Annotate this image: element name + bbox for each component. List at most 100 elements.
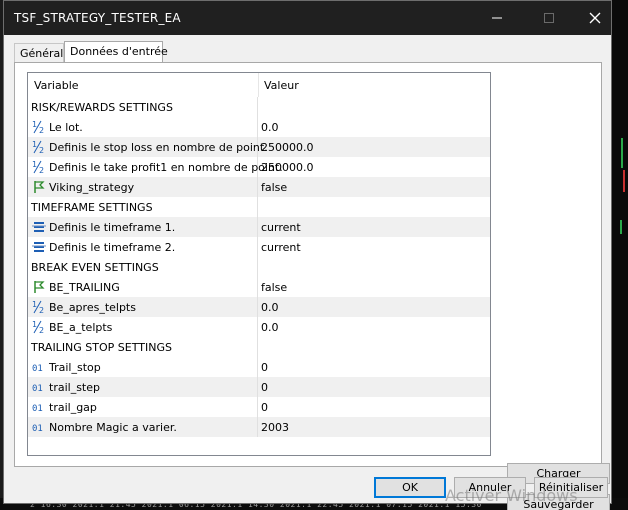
parameter-row[interactable]: 01 trail_gap 0 [28, 397, 490, 417]
inputs-grid[interactable]: Variable Valeur RISK/REWARDS SETTINGS 1 2 L… [27, 72, 491, 456]
tab-panel: Variable Valeur RISK/REWARDS SETTINGS 1 2 L… [14, 62, 610, 510]
parameter-value-cell[interactable]: 2003 [259, 417, 490, 437]
parameter-name-cell: 01 Nombre Magic a varier. [28, 417, 258, 437]
parameter-row[interactable]: BE_TRAILING false [28, 277, 490, 297]
parameter-name: Definis le stop loss en nombre de point. [49, 141, 268, 154]
parameter-value-cell[interactable]: current [259, 217, 490, 237]
column-header-variable[interactable]: Variable [34, 79, 79, 92]
svg-text:1: 1 [32, 300, 37, 309]
title-bar[interactable]: TSF_STRATEGY_TESTER_EA [4, 1, 611, 35]
tab-general[interactable]: Général [14, 43, 64, 63]
maximize-button[interactable] [526, 1, 572, 35]
svg-text:1: 1 [32, 160, 37, 169]
reset-button[interactable]: Réinitialiser [534, 477, 608, 498]
section-header-row[interactable]: BREAK EVEN SETTINGS [28, 257, 490, 277]
parameter-name-cell: 01 trail_gap [28, 397, 258, 417]
section-value-cell [259, 257, 490, 277]
parameter-value-cell[interactable]: 250000.0 [259, 137, 490, 157]
minimize-button[interactable] [474, 1, 520, 35]
parameter-value-cell[interactable]: 0 [259, 377, 490, 397]
parameter-value-cell[interactable]: false [259, 177, 490, 197]
parameter-value-cell[interactable]: false [259, 277, 490, 297]
parameter-value: 250000.0 [261, 161, 314, 174]
parameter-value: false [261, 281, 288, 294]
integer-icon: 01 [32, 380, 46, 394]
flag-arrow-icon [32, 180, 46, 194]
svg-text:2: 2 [39, 126, 44, 134]
fraction-icon: 12 [32, 140, 46, 155]
parameter-name-cell: Definis le timeframe 2. [28, 237, 258, 257]
parameter-name-cell: BE_TRAILING [28, 277, 258, 297]
tab-input-data[interactable]: Données d'entrée [64, 41, 168, 63]
parameter-row[interactable]: Definis le timeframe 1. current [28, 217, 490, 237]
parameter-value-cell[interactable]: 0 [259, 397, 490, 417]
parameter-value: 0 [261, 381, 268, 394]
section-header-row[interactable]: RISK/REWARDS SETTINGS [28, 97, 490, 117]
integer-icon: 01 [32, 400, 46, 414]
parameter-value-cell[interactable]: 0 [259, 357, 490, 377]
parameter-row[interactable]: Viking_strategy false [28, 177, 490, 197]
section-label: TRAILING STOP SETTINGS [31, 341, 172, 354]
integer-icon: 01 [32, 360, 46, 374]
parameter-value-cell[interactable]: 250000.0 [259, 157, 490, 177]
parameter-value-cell[interactable]: 0.0 [259, 297, 490, 317]
svg-text:01: 01 [32, 404, 43, 414]
column-divider [258, 73, 259, 97]
svg-text:2: 2 [39, 326, 44, 334]
list-icon [32, 240, 46, 254]
section-value-cell [259, 97, 490, 117]
parameter-value: 0 [261, 361, 268, 374]
parameter-row[interactable]: 1 2 Definis le stop loss en nombre de poin… [28, 137, 490, 157]
grid-rows: RISK/REWARDS SETTINGS 1 2 Le lot. 0.0 1 2 Defin… [28, 97, 490, 437]
parameter-name-cell: 1 2 BE_a_telpts [28, 317, 258, 337]
parameter-name-cell: Viking_strategy [28, 177, 258, 197]
parameter-name: Be_apres_telpts [49, 301, 136, 314]
parameter-name: Trail_stop [49, 361, 101, 374]
parameter-row[interactable]: 01 trail_step 0 [28, 377, 490, 397]
parameter-value-cell[interactable]: 0.0 [259, 117, 490, 137]
section-header-row[interactable]: TIMEFRAME SETTINGS [28, 197, 490, 217]
parameter-name-cell: 01 trail_step [28, 377, 258, 397]
parameter-row[interactable]: 1 2 Le lot. 0.0 [28, 117, 490, 137]
parameter-name: BE_TRAILING [49, 281, 120, 294]
parameter-row[interactable]: 1 2 Be_apres_telpts 0.0 [28, 297, 490, 317]
close-button[interactable] [572, 1, 618, 35]
parameter-name-cell: Definis le timeframe 1. [28, 217, 258, 237]
parameter-value-cell[interactable]: current [259, 237, 490, 257]
parameter-name: BE_a_telpts [49, 321, 113, 334]
parameter-value: 250000.0 [261, 141, 314, 154]
parameter-row[interactable]: 01 Nombre Magic a varier. 2003 [28, 417, 490, 437]
column-header-value[interactable]: Valeur [264, 79, 299, 92]
parameter-value: 0 [261, 401, 268, 414]
parameter-value: current [261, 221, 301, 234]
section-label-cell: RISK/REWARDS SETTINGS [28, 97, 258, 117]
cancel-button[interactable]: Annuler [454, 477, 526, 498]
parameter-value: 0.0 [261, 301, 279, 314]
parameter-value: current [261, 241, 301, 254]
svg-text:2: 2 [39, 166, 44, 174]
parameter-name: Definis le timeframe 1. [49, 221, 176, 234]
flag-arrow-icon [32, 280, 46, 294]
parameter-value-cell[interactable]: 0.0 [259, 317, 490, 337]
parameter-row[interactable]: 1 2 BE_a_telpts 0.0 [28, 317, 490, 337]
fraction-icon: 12 [32, 120, 46, 135]
parameter-value: false [261, 181, 288, 194]
grid-header: Variable Valeur [28, 73, 490, 97]
minimize-icon [492, 17, 502, 19]
parameter-name: trail_gap [49, 401, 97, 414]
parameter-name: Le lot. [49, 121, 83, 134]
ok-button[interactable]: OK [374, 477, 446, 498]
parameter-name: trail_step [49, 381, 100, 394]
parameter-row[interactable]: Definis le timeframe 2. current [28, 237, 490, 257]
parameter-row[interactable]: 01 Trail_stop 0 [28, 357, 490, 377]
svg-text:01: 01 [32, 384, 43, 394]
integer-icon: 01 [32, 420, 46, 434]
parameter-name-cell: 1 2 Le lot. [28, 117, 258, 137]
inputs-dialog: TSF_STRATEGY_TESTER_EA Général Données d… [3, 0, 612, 510]
section-label: TIMEFRAME SETTINGS [31, 201, 153, 214]
parameter-value: 0.0 [261, 121, 279, 134]
section-label: RISK/REWARDS SETTINGS [31, 101, 173, 114]
section-header-row[interactable]: TRAILING STOP SETTINGS [28, 337, 490, 357]
parameter-row[interactable]: 1 2 Definis le take profit1 en nombre de p… [28, 157, 490, 177]
parameter-name: Definis le take profit1 en nombre de poi… [49, 161, 283, 174]
